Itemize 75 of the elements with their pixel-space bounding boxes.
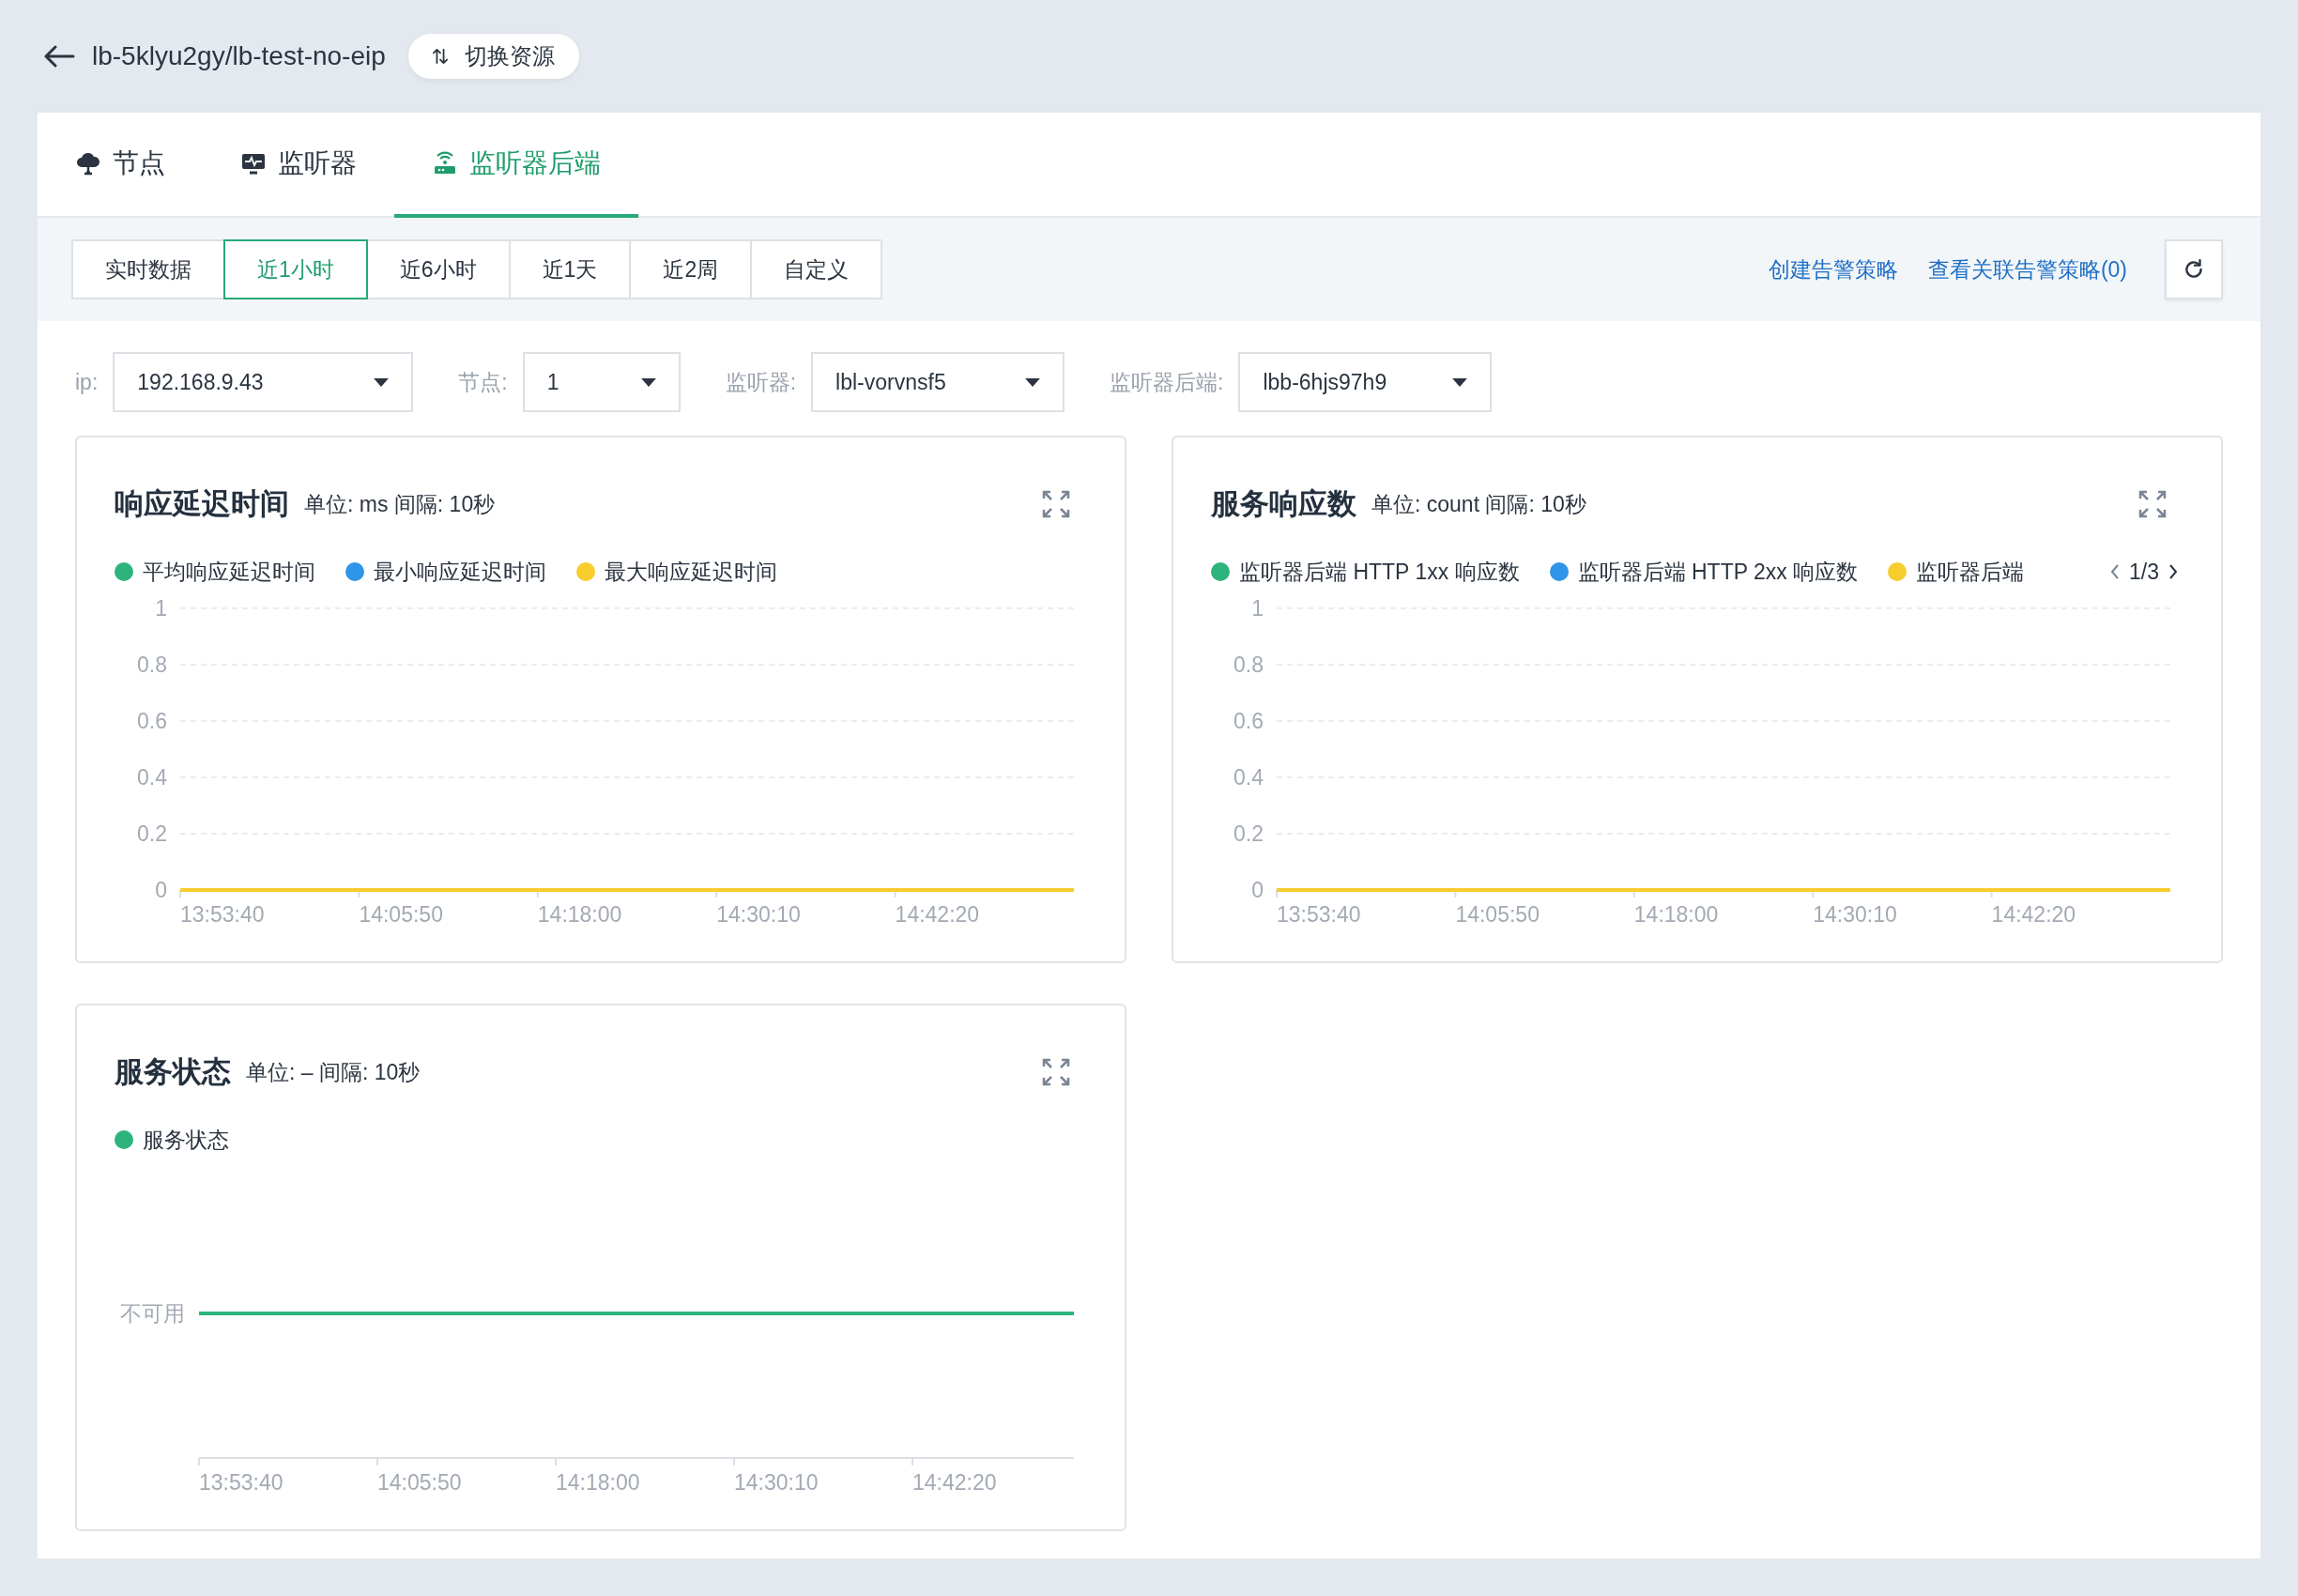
filter-label: 监听器:: [725, 368, 797, 396]
axis-label: 0.4: [1233, 765, 1264, 790]
axis-label: 0.6: [1233, 709, 1264, 733]
dropdown[interactable]: lbb-6hjs97h9: [1238, 352, 1493, 412]
axis-label: 14:05:50: [1455, 902, 1540, 927]
time-range-button[interactable]: 近1天: [508, 239, 632, 299]
time-range-button[interactable]: 实时数据: [71, 239, 225, 299]
axis-label: 0.8: [137, 652, 167, 677]
axis-label: 14:05:50: [359, 902, 443, 927]
axis-label: 0: [1251, 878, 1264, 902]
switch-resource-button[interactable]: 切换资源: [407, 34, 579, 79]
time-range-button[interactable]: 近6小时: [365, 239, 511, 299]
router-icon: [432, 150, 458, 176]
legend-page: 1/3: [2129, 559, 2159, 585]
axis-label: 14:30:10: [734, 1470, 819, 1495]
tab[interactable]: 监听器: [203, 113, 394, 218]
axis-label: 0.2: [137, 821, 167, 846]
axis-label: 13:53:40: [199, 1470, 283, 1495]
axis-label: 14:30:10: [1813, 902, 1897, 927]
resource-title: lb-5klyu2gy/lb-test-no-eip: [92, 41, 386, 71]
caret-down-icon: [1452, 377, 1468, 387]
axis-label: 0.2: [1233, 821, 1264, 846]
caret-down-icon: [374, 377, 390, 387]
status-label: 不可用: [120, 1301, 185, 1326]
time-range-button[interactable]: 近2周: [629, 239, 753, 299]
filter-label: 节点:: [458, 368, 508, 396]
dropdown[interactable]: 1: [522, 352, 681, 412]
axis-label: 14:18:00: [556, 1470, 640, 1495]
axis-label: 14:05:50: [377, 1470, 462, 1495]
axis-label: 0.6: [137, 709, 167, 733]
dropdown[interactable]: 192.168.9.43: [113, 352, 414, 412]
legend-item[interactable]: 最小响应延迟时间: [345, 557, 546, 587]
filter-label: ip:: [75, 369, 99, 395]
legend-item[interactable]: 最大响应延迟时间: [576, 557, 777, 587]
legend-item[interactable]: 服务状态: [115, 1125, 229, 1155]
chart-unit: 单位: ms 间隔: 10秒: [304, 490, 496, 518]
time-range-button[interactable]: 自定义: [750, 239, 883, 299]
axis-label: 14:30:10: [716, 902, 801, 927]
fullscreen-icon[interactable]: [2138, 490, 2167, 518]
refresh-button[interactable]: [2165, 239, 2223, 299]
legend-item[interactable]: 监听器后端: [1888, 557, 2025, 587]
axis-label: 0: [155, 878, 167, 902]
axis-label: 14:18:00: [537, 902, 622, 927]
axis-label: 14:18:00: [1633, 902, 1719, 927]
dropdown[interactable]: lbl-vorvnsf5: [811, 352, 1065, 412]
tab[interactable]: 节点: [38, 113, 203, 218]
axis-label: 14:42:20: [912, 1470, 997, 1495]
caret-down-icon: [1025, 377, 1041, 387]
axis-label: 13:53:40: [180, 902, 265, 927]
axis-label: 1: [155, 596, 167, 621]
legend-item[interactable]: 监听器后端 HTTP 1xx 响应数: [1211, 557, 1520, 587]
legend-item[interactable]: 监听器后端 HTTP 2xx 响应数: [1549, 557, 1859, 587]
chart-unit: 单位: – 间隔: 10秒: [246, 1058, 421, 1086]
chart-title: 服务状态: [115, 1054, 231, 1090]
caret-down-icon: [640, 377, 656, 387]
filter-label: 监听器后端:: [1110, 368, 1224, 396]
axis-label: 14:42:20: [895, 902, 980, 927]
fullscreen-icon[interactable]: [1042, 490, 1070, 518]
chart-title: 响应延迟时间: [115, 486, 289, 522]
axis-label: 0.4: [137, 765, 167, 790]
chart-title: 服务响应数: [1211, 486, 1356, 522]
chart-unit: 单位: count 间隔: 10秒: [1371, 490, 1586, 518]
legend-item[interactable]: 平均响应延迟时间: [115, 557, 315, 587]
swap-arrows-icon: [432, 47, 448, 66]
chevron-left-icon[interactable]: [2110, 564, 2120, 579]
axis-label: 1: [1251, 596, 1264, 621]
back-arrow-icon[interactable]: [43, 45, 75, 68]
fullscreen-icon[interactable]: [1042, 1058, 1070, 1086]
alert-policy-link[interactable]: 创建告警策略: [1768, 254, 1898, 284]
axis-label: 14:42:20: [1991, 902, 2076, 927]
cloud-icon: [75, 150, 101, 176]
chevron-right-icon[interactable]: [2168, 564, 2178, 579]
axis-label: 0.8: [1233, 652, 1264, 677]
axis-label: 13:53:40: [1277, 902, 1361, 927]
alert-policy-link[interactable]: 查看关联告警策略(0): [1927, 254, 2127, 284]
